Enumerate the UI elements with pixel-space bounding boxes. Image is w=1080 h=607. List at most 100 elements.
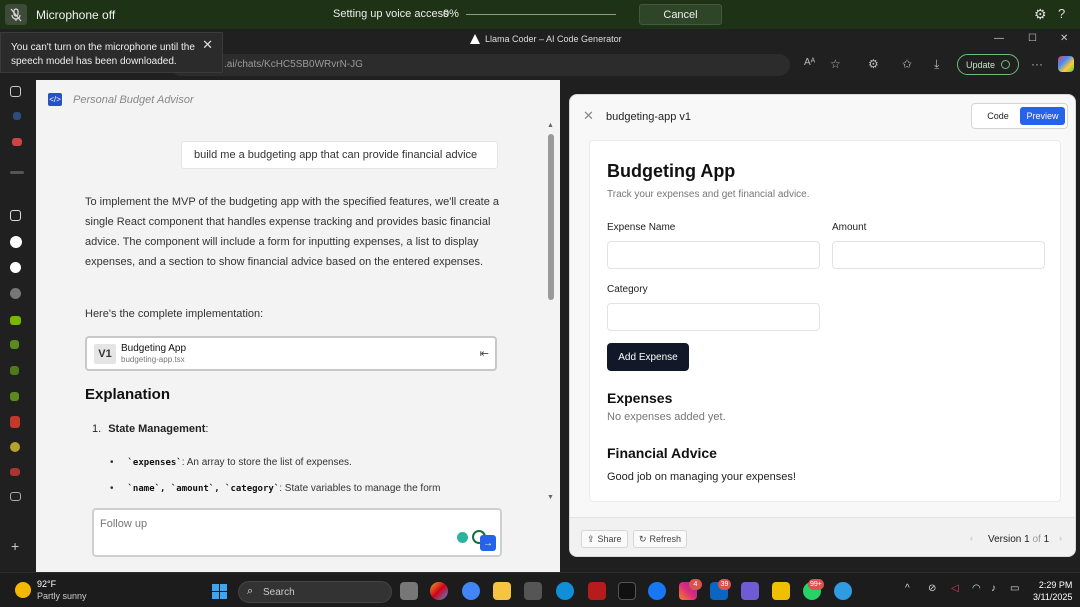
app-icon[interactable] <box>10 416 20 428</box>
screenshot-icon[interactable] <box>10 210 21 221</box>
edge-icon[interactable] <box>556 582 574 600</box>
update-button[interactable]: Update <box>957 54 1019 75</box>
category-input[interactable] <box>607 303 820 331</box>
url-text[interactable]: .ai/chats/KcHC5SB0WRvrN-JG <box>224 59 363 70</box>
app-subtitle: Track your expenses and get financial ad… <box>607 189 810 200</box>
app-heading: Budgeting App <box>607 161 736 181</box>
voice-access-bar: Microphone off Setting up voice access 0… <box>0 0 1080 29</box>
version-card[interactable]: V1 Budgeting App budgeting-app.tsx ⇤ <box>85 336 497 371</box>
tab-title-text: Llama Coder – AI Code Generator <box>485 34 622 44</box>
nvidia-icon[interactable] <box>10 366 19 375</box>
open-panel-icon[interactable]: ⇤ <box>480 347 489 360</box>
close-window-icon[interactable]: ✕ <box>1060 33 1068 44</box>
expense-name-input[interactable] <box>607 241 820 269</box>
send-arrow-icon[interactable]: → <box>480 535 496 551</box>
app-icon[interactable] <box>10 492 21 501</box>
nvidia-icon[interactable] <box>10 392 19 401</box>
facebook-icon[interactable] <box>648 582 666 600</box>
favorite-star-icon[interactable]: ☆ <box>830 57 841 71</box>
version-total: 1 <box>1043 534 1050 545</box>
amount-label: Amount <box>832 222 867 233</box>
mcafee-icon[interactable] <box>588 582 606 600</box>
update-icon <box>1001 60 1011 69</box>
category-label: Category <box>607 284 648 295</box>
next-version-icon[interactable]: › <box>1059 533 1062 543</box>
task-view-icon[interactable] <box>400 582 418 600</box>
app-icon[interactable] <box>10 288 21 299</box>
windows-start-icon[interactable] <box>212 584 227 599</box>
llama-tab-icon[interactable] <box>10 236 22 248</box>
search-label: Search <box>263 587 295 598</box>
share-button[interactable]: ⇪ Share <box>581 530 628 548</box>
weather-sun-icon[interactable] <box>15 582 31 598</box>
copilot-icon[interactable] <box>1058 56 1074 72</box>
more-menu-icon[interactable]: ··· <box>1031 57 1043 71</box>
close-icon[interactable]: ✕ <box>583 108 594 124</box>
store-icon[interactable] <box>524 582 542 600</box>
version-of: of <box>1032 534 1041 545</box>
copilot-app-icon[interactable] <box>430 582 448 600</box>
taskbar-search[interactable]: ⌕ Search <box>238 581 392 603</box>
sidebar-toggle-icon[interactable] <box>10 86 21 97</box>
previous-version-icon[interactable]: ‹ <box>970 533 973 543</box>
chat-scrollbar[interactable] <box>548 134 554 300</box>
refresh-icon: ↻ <box>639 533 647 544</box>
wifi-icon[interactable]: ◠ <box>972 583 981 594</box>
share-icon: ⇪ <box>587 533 595 544</box>
settings-gear-icon[interactable]: ⚙ <box>1034 6 1047 23</box>
tray-app-icon[interactable]: ⊘ <box>928 583 936 594</box>
app-icon[interactable] <box>10 171 24 174</box>
implementation-text: Here's the complete implementation: <box>85 308 264 320</box>
battery-icon[interactable]: ▭ <box>1010 583 1019 594</box>
read-aloud-icon[interactable]: Aᴬ <box>804 57 815 68</box>
amount-input[interactable] <box>832 241 1045 269</box>
version-card-name: Budgeting App <box>121 343 187 354</box>
tab-title: Llama Coder – AI Code Generator <box>470 34 622 44</box>
voice-access-progress-bar <box>466 14 616 15</box>
app-icon[interactable] <box>10 442 20 452</box>
version-badge: V1 <box>94 344 116 364</box>
close-icon[interactable]: ✕ <box>202 38 213 52</box>
assistant-response: To implement the MVP of the budgeting ap… <box>85 196 500 268</box>
app-icon[interactable] <box>772 582 790 600</box>
scroll-down-icon[interactable]: ▼ <box>547 494 554 501</box>
list-item-title: State Management <box>108 423 206 435</box>
scroll-up-icon[interactable]: ▲ <box>547 122 554 129</box>
grammar-assistant-icon[interactable] <box>457 532 468 543</box>
clock[interactable]: 2:29 PM 3/11/2025 <box>1033 579 1072 603</box>
tray-app-icon[interactable]: ◁ <box>951 583 959 594</box>
minimize-icon[interactable]: — <box>994 33 1004 44</box>
tab-code[interactable]: Code <box>978 107 1018 125</box>
linkedin-badge: 39 <box>718 579 731 590</box>
refresh-label: Refresh <box>649 534 682 544</box>
favorites-icon[interactable]: ✩ <box>902 57 912 71</box>
chrome-icon[interactable] <box>462 582 480 600</box>
help-icon[interactable]: ? <box>1058 6 1065 21</box>
microphone-status-label: Microphone off <box>36 8 116 22</box>
tab-preview[interactable]: Preview <box>1020 107 1065 125</box>
add-icon[interactable]: + <box>11 538 19 554</box>
gmail-icon[interactable] <box>12 138 22 146</box>
app-icon[interactable] <box>834 582 852 600</box>
maximize-icon[interactable]: ☐ <box>1028 33 1037 44</box>
app-icon[interactable] <box>741 582 759 600</box>
code-icon: </> <box>48 93 62 106</box>
downloads-icon[interactable]: ⤓ <box>934 57 939 72</box>
nvidia-icon[interactable] <box>10 340 19 349</box>
microphone-off-icon[interactable] <box>5 4 27 25</box>
tiktok-icon[interactable] <box>618 582 636 600</box>
tray-chevron-icon[interactable]: ^ <box>905 583 910 594</box>
file-explorer-icon[interactable] <box>493 582 511 600</box>
list-number: 1. <box>92 423 102 435</box>
cancel-button[interactable]: Cancel <box>639 4 722 25</box>
version-current: 1 <box>1024 534 1030 545</box>
nvidia-icon[interactable] <box>10 316 21 325</box>
gmail-icon[interactable] <box>10 468 20 476</box>
volume-icon[interactable]: ♪ <box>991 583 996 594</box>
add-expense-button[interactable]: Add Expense <box>607 343 689 371</box>
extensions-icon[interactable]: ⚙ <box>868 57 879 71</box>
followup-input[interactable]: Follow up → <box>92 508 502 557</box>
refresh-button[interactable]: ↻ Refresh <box>633 530 688 548</box>
llama-tab-icon[interactable] <box>10 262 21 273</box>
app-icon[interactable] <box>13 112 21 120</box>
